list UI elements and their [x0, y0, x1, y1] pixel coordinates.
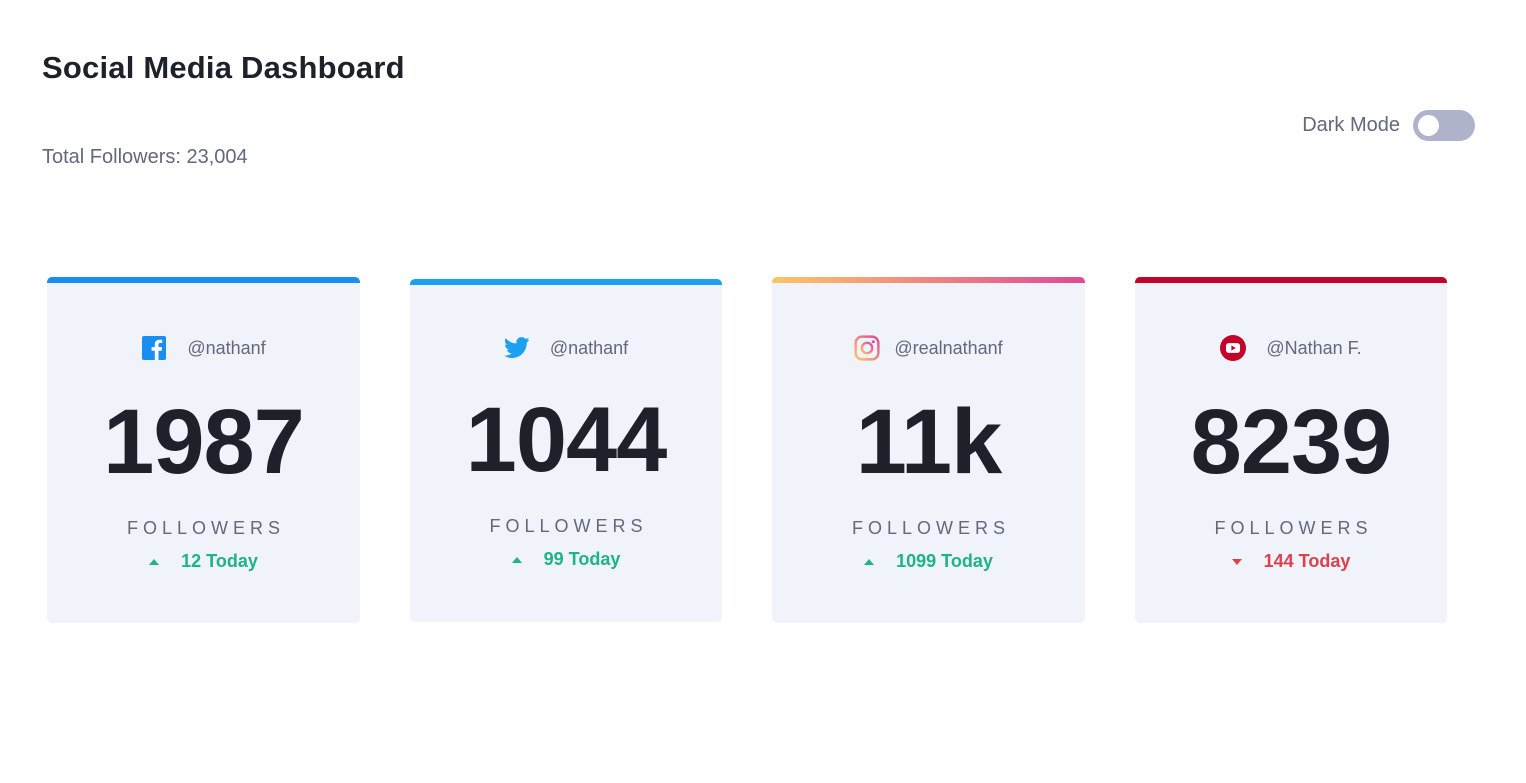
card-handle: @realnathanf: [894, 337, 1003, 358]
follower-count: 8239: [1190, 391, 1393, 493]
trend-up-icon: [149, 558, 160, 565]
total-followers: Total Followers: 23,004: [42, 146, 248, 168]
follower-count: 11k: [855, 391, 1002, 493]
today-change: 144 Today: [1135, 551, 1447, 572]
twitter-icon: [503, 335, 530, 361]
dark-mode-label: Dark Mode: [1302, 114, 1400, 136]
facebook-icon: [141, 335, 167, 361]
youtube-icon: [1220, 335, 1247, 361]
card-twitter[interactable]: @nathanf 1044 FOLLOWERS 99 Today: [410, 279, 722, 622]
card-handle: @nathanf: [187, 337, 266, 358]
dark-mode-toggle[interactable]: Dark Mode: [1302, 110, 1475, 141]
followers-label: FOLLOWERS: [489, 516, 648, 536]
card-accent-bar: [1135, 277, 1447, 283]
dark-mode-switch[interactable]: [1413, 110, 1475, 141]
today-change-text: 12 Today: [181, 551, 258, 571]
follower-count: 1987: [103, 391, 305, 493]
today-change-text: 99 Today: [543, 549, 621, 569]
today-change: 99 Today: [410, 549, 722, 570]
today-change: 12 Today: [47, 551, 360, 572]
followers-label: FOLLOWERS: [851, 518, 1011, 538]
card-accent-bar: [772, 277, 1085, 283]
card-accent-bar: [410, 279, 722, 285]
card-youtube[interactable]: @Nathan F. 8239 FOLLOWERS 144 Today: [1135, 277, 1447, 623]
today-change: 1099 Today: [772, 551, 1085, 572]
trend-up-icon: [511, 556, 522, 563]
today-change-text: 144 Today: [1263, 551, 1351, 571]
instagram-icon: [854, 335, 880, 361]
today-change-text: 1099 Today: [896, 551, 993, 571]
card-instagram[interactable]: @realnathanf 11k FOLLOWERS 1099 Today: [772, 277, 1085, 623]
page-title: Social Media Dashboard: [42, 50, 405, 85]
follower-count: 1044: [465, 389, 668, 491]
followers-label: FOLLOWERS: [1214, 518, 1373, 538]
switch-knob: [1418, 115, 1439, 136]
card-accent-bar: [47, 277, 360, 283]
card-handle: @Nathan F.: [1266, 337, 1362, 358]
card-facebook[interactable]: @nathanf 1987 FOLLOWERS 12 Today: [47, 277, 360, 623]
followers-label: FOLLOWERS: [126, 518, 286, 538]
trend-down-icon: [1231, 558, 1242, 565]
card-handle: @nathanf: [549, 337, 629, 358]
trend-up-icon: [864, 558, 875, 565]
